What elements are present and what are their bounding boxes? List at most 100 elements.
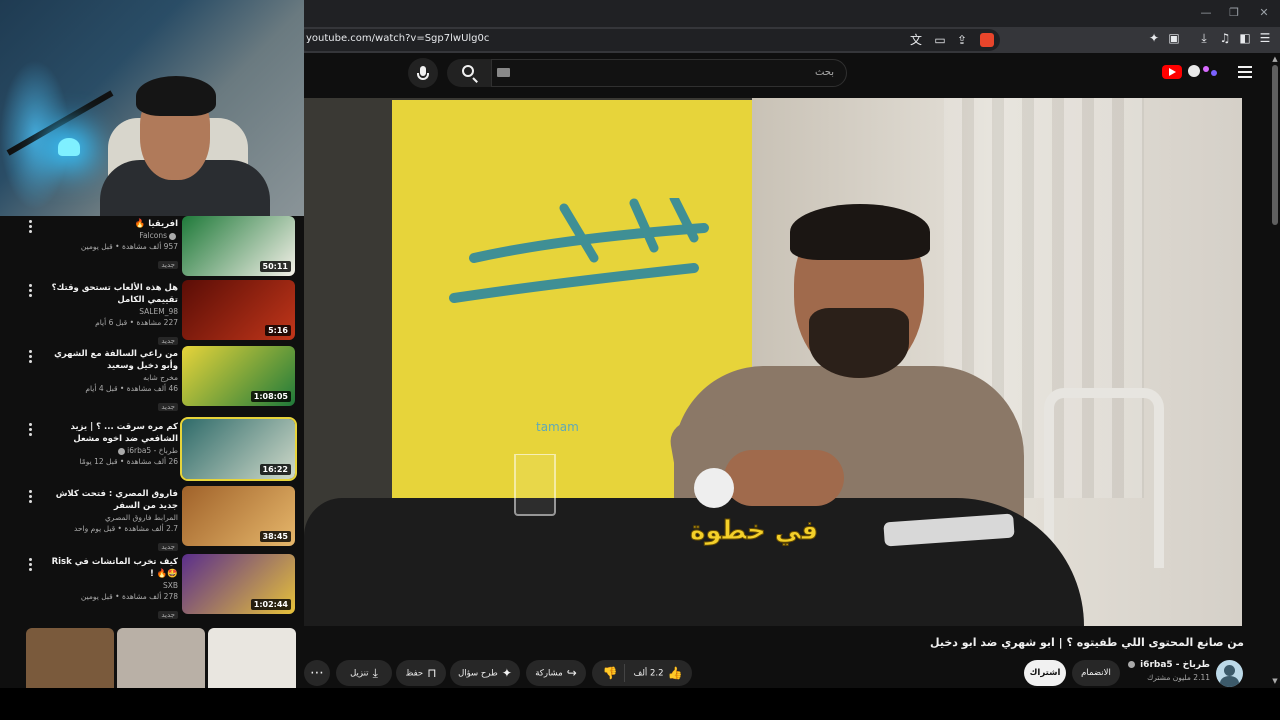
verified-icon bbox=[118, 447, 126, 455]
like-button[interactable]: 👍2.2 ألف bbox=[628, 660, 688, 687]
rec-duration: 38:45 bbox=[259, 531, 291, 542]
recommendation-item[interactable]: افريقيا 🔥 Falcons 957 ألف مشاهدة • قبل ي… bbox=[0, 216, 304, 280]
rec-duration: 50:11 bbox=[259, 261, 291, 272]
shorts-shelf bbox=[26, 628, 296, 688]
new-badge: جديد bbox=[158, 403, 178, 411]
search-button[interactable] bbox=[447, 59, 491, 87]
save-button[interactable]: ⊓حفظ bbox=[396, 660, 446, 686]
scroll-up-icon[interactable]: ▲ bbox=[1271, 55, 1279, 63]
scroll-thumb[interactable] bbox=[1272, 65, 1278, 225]
channel-avatar[interactable] bbox=[1216, 660, 1243, 687]
guide-menu-icon[interactable] bbox=[1238, 66, 1252, 78]
rec-title: من راعي السالفة مع الشهري وأبو دخيل وسعي… bbox=[54, 349, 178, 371]
recommendations-panel: افريقيا 🔥 Falcons 957 ألف مشاهدة • قبل ي… bbox=[0, 216, 304, 688]
rec-duration: 1:02:44 bbox=[250, 599, 291, 610]
rec-thumbnail[interactable]: 38:45 bbox=[182, 486, 295, 546]
extensions-icon[interactable]: ✦ bbox=[1146, 30, 1162, 46]
rec-thumbnail[interactable]: 5:16 bbox=[182, 280, 295, 340]
rec-thumbnail[interactable]: 1:08:05 bbox=[182, 346, 295, 406]
share-arrow-icon: ↪ bbox=[566, 666, 577, 680]
rec-stats: 278 ألف مشاهدة • قبل يومين bbox=[80, 592, 178, 601]
search-icon bbox=[462, 65, 474, 77]
media-icon[interactable]: ♫ bbox=[1217, 30, 1233, 46]
ask-button[interactable]: ✦طرح سؤال bbox=[450, 660, 520, 686]
rec-title: هل هذه الألعاب تستحق وقتك؟ تقييمي الكامل bbox=[51, 283, 178, 305]
rec-thumbnail[interactable]: 50:11 bbox=[182, 216, 295, 276]
taskbar bbox=[0, 688, 1280, 720]
more-options-icon[interactable] bbox=[29, 350, 33, 364]
screenshot-icon[interactable]: ▣ bbox=[1166, 30, 1182, 46]
rec-channel: Falcons bbox=[139, 231, 167, 240]
rec-stats: 2.7 ألف مشاهدة • قبل يوم واحد bbox=[73, 524, 178, 533]
subscribe-button[interactable]: اشتراك bbox=[1024, 660, 1066, 686]
thumbs-up-icon: 👍 bbox=[667, 666, 683, 680]
rec-title: افريقيا 🔥 bbox=[134, 219, 178, 229]
verified-icon bbox=[1127, 661, 1135, 668]
download-icon: ⤓ bbox=[372, 666, 378, 680]
close-icon[interactable]: ✕ bbox=[1254, 5, 1274, 21]
video-player[interactable]: tamam في خطوة bbox=[304, 98, 1242, 626]
rec-duration: 1:08:05 bbox=[250, 391, 291, 402]
scroll-down-icon[interactable]: ▼ bbox=[1271, 677, 1279, 685]
water-glass bbox=[514, 454, 556, 516]
more-actions-button[interactable]: ⋯ bbox=[304, 660, 330, 686]
channel-name[interactable]: طرباخ - i6rba5 bbox=[1100, 660, 1210, 670]
rec-channel: مخرج شابه bbox=[143, 373, 178, 382]
sponsor-logo: tamam bbox=[536, 420, 579, 434]
recommendation-item[interactable]: كيف تخرب الماتشات في Risk 🤩🔥 ! SXB 278 أ… bbox=[0, 554, 304, 619]
short-thumbnail[interactable] bbox=[208, 628, 296, 688]
sidebar-icon[interactable]: ◧ bbox=[1237, 30, 1253, 46]
new-badge: جديد bbox=[158, 261, 178, 269]
keyboard-icon[interactable] bbox=[497, 68, 510, 77]
video-caption: في خطوة bbox=[689, 516, 819, 547]
rec-thumbnail[interactable]: 1:02:44 bbox=[182, 554, 295, 614]
cast-icon[interactable]: ▭ bbox=[932, 32, 948, 48]
share-icon[interactable]: ⇪ bbox=[954, 32, 970, 48]
rec-channel: SALEM_98 bbox=[139, 307, 178, 316]
download-button[interactable]: ⤓تنزيل bbox=[336, 660, 392, 686]
more-options-icon[interactable] bbox=[29, 220, 33, 234]
recommendation-item[interactable]: هل هذه الألعاب تستحق وقتك؟ تقييمي الكامل… bbox=[0, 280, 304, 345]
lamp bbox=[58, 138, 80, 156]
new-badge: جديد bbox=[158, 337, 178, 345]
webcam-overlay bbox=[0, 0, 304, 216]
new-badge: جديد bbox=[158, 543, 178, 551]
like-dislike-group: 👎 👍2.2 ألف bbox=[592, 660, 692, 686]
maximize-icon[interactable]: ❐ bbox=[1224, 5, 1244, 21]
youtube-logo[interactable] bbox=[1162, 65, 1182, 79]
recommendation-item[interactable]: كم مره سرقت ... ؟ | يزيد الشافعي ضد اخوه… bbox=[0, 417, 304, 483]
more-options-icon[interactable] bbox=[29, 490, 33, 504]
rec-channel: طرباخ - i6rba5 bbox=[127, 446, 178, 455]
brave-shields-icon[interactable] bbox=[980, 33, 994, 47]
rec-channel: المرابط فاروق المصري bbox=[104, 513, 178, 522]
voice-search-button[interactable] bbox=[408, 58, 438, 88]
doodle-icon bbox=[1188, 65, 1217, 77]
rec-thumbnail[interactable]: 16:22 bbox=[180, 417, 297, 481]
new-badge: جديد bbox=[158, 611, 178, 619]
subscriber-count: 2.11 مليون مشترك bbox=[1147, 673, 1210, 682]
white-chair bbox=[1044, 388, 1164, 568]
search-input[interactable]: بحث bbox=[491, 59, 847, 87]
share-button[interactable]: ↪مشاركة bbox=[526, 660, 586, 686]
recommendation-item[interactable]: فاروق المصري : فتحت كلاش جديد من السفر ا… bbox=[0, 486, 304, 551]
rec-stats: 957 ألف مشاهدة • قبل يومين bbox=[80, 242, 178, 251]
download-icon[interactable]: ⤓ bbox=[1196, 30, 1212, 46]
scrollbar[interactable]: ▲ ▼ bbox=[1270, 53, 1280, 688]
rec-title: كم مره سرقت ... ؟ | يزيد الشافعي ضد اخوه… bbox=[70, 422, 178, 444]
more-options-icon[interactable] bbox=[29, 284, 33, 298]
rec-channel: SXB bbox=[162, 581, 178, 590]
more-options-icon[interactable] bbox=[29, 558, 33, 572]
translate-icon[interactable]: 文 bbox=[908, 32, 924, 48]
minimize-icon[interactable]: — bbox=[1196, 5, 1216, 21]
rec-duration: 5:16 bbox=[265, 325, 291, 336]
rec-stats: 26 ألف مشاهدة • قبل 12 يومًا bbox=[79, 457, 178, 466]
short-thumbnail[interactable] bbox=[26, 628, 114, 688]
more-options-icon[interactable] bbox=[29, 423, 33, 437]
menu-icon[interactable]: ☰ bbox=[1257, 30, 1273, 46]
url-text: youtube.com/watch?v=Sgp7lwUlg0c bbox=[306, 33, 490, 44]
dislike-button[interactable]: 👎 bbox=[598, 660, 622, 686]
screen: — ❐ ✕ youtube.com/watch?v=Sgp7lwUlg0c 文 … bbox=[0, 0, 1280, 720]
short-thumbnail[interactable] bbox=[117, 628, 205, 688]
recommendation-item[interactable]: من راعي السالفة مع الشهري وأبو دخيل وسعي… bbox=[0, 346, 304, 411]
address-bar[interactable]: youtube.com/watch?v=Sgp7lwUlg0c 文 ▭ ⇪ bbox=[296, 29, 1000, 51]
